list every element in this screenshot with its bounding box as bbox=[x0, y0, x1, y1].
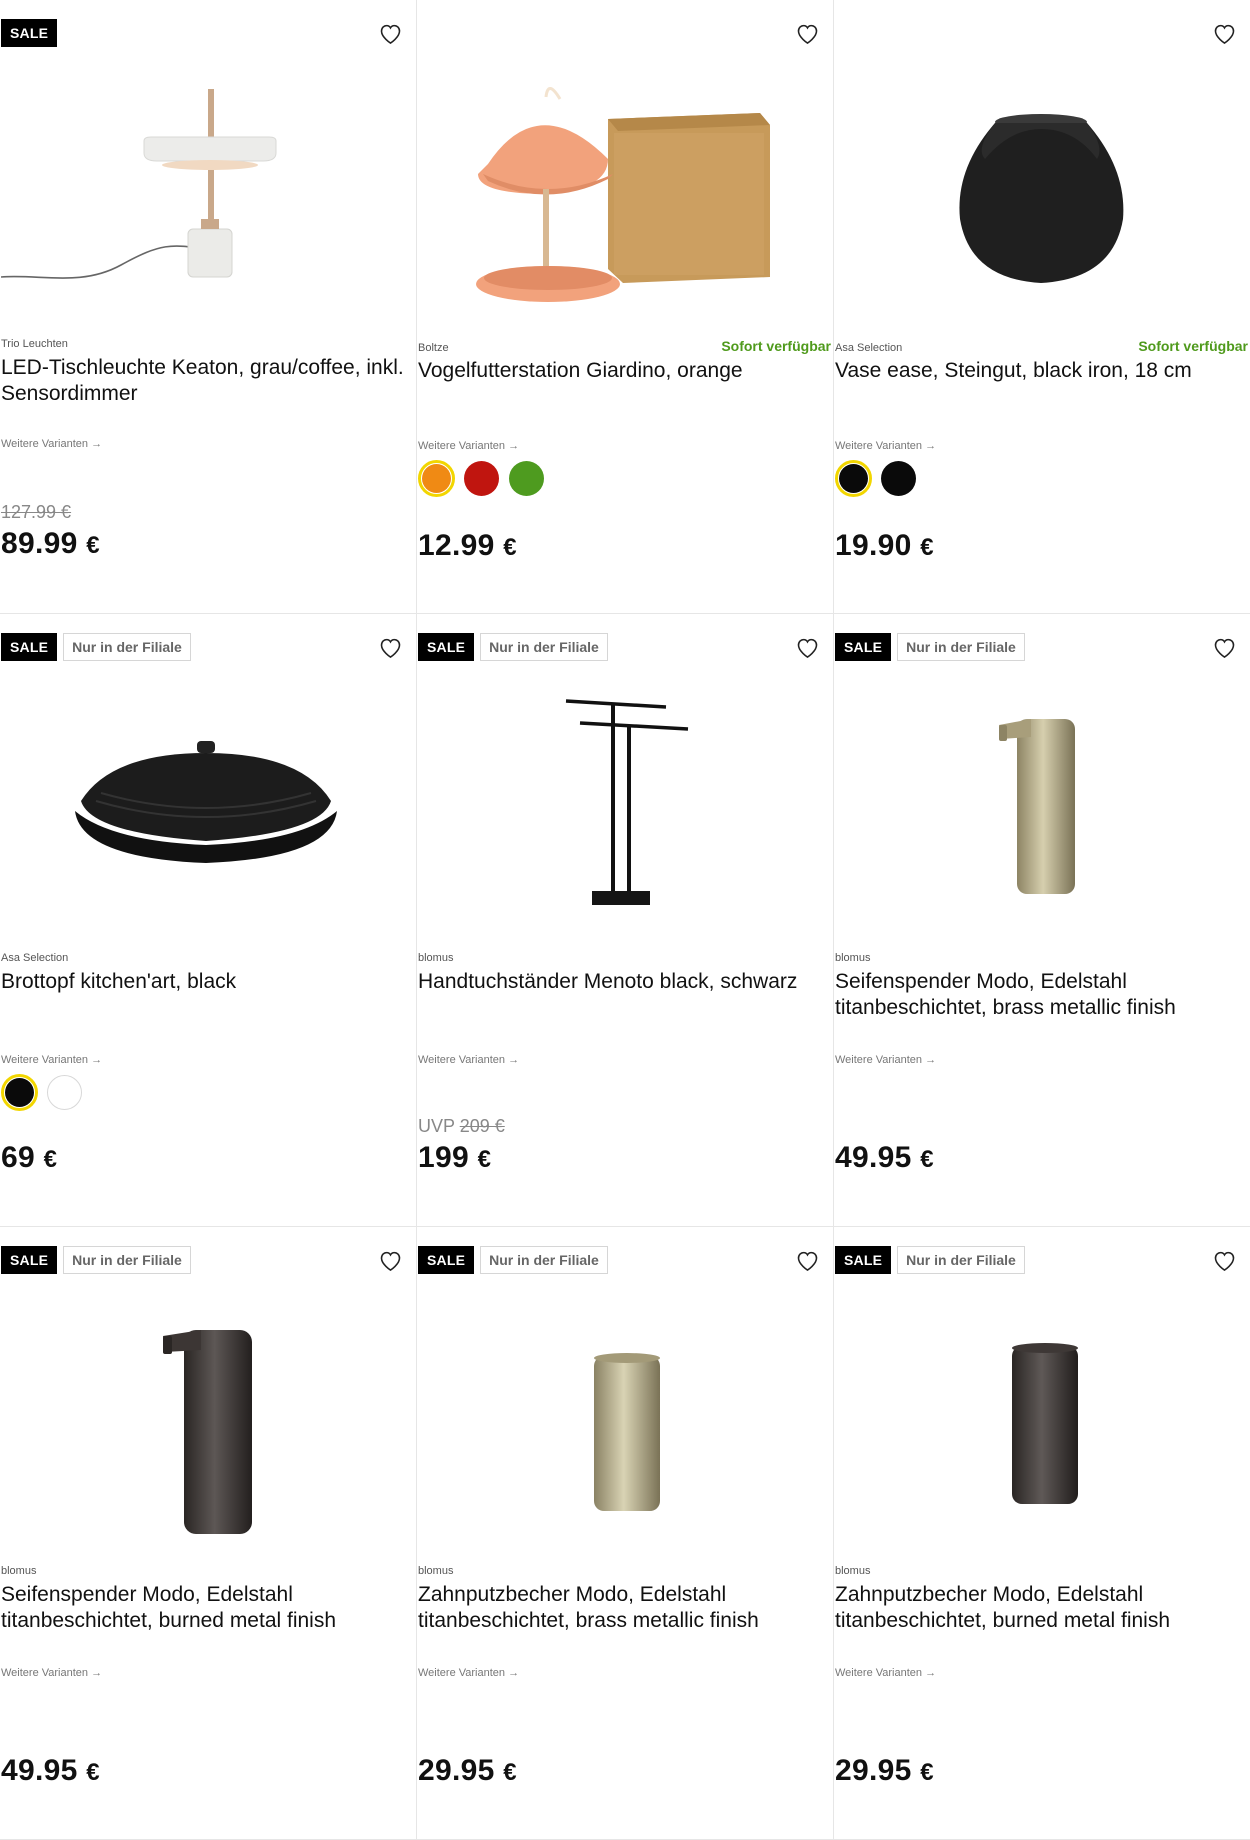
price: 69 € bbox=[1, 1141, 58, 1174]
product-card[interactable]: SALE Nur in der Filiale blomus Zahnputzb… bbox=[417, 1227, 834, 1840]
soap-dispenser-brass-icon[interactable] bbox=[834, 678, 1250, 948]
badges: SALE Nur in der Filiale bbox=[1, 1246, 191, 1274]
color-swatch[interactable] bbox=[835, 460, 872, 497]
price: 89.99 € bbox=[1, 527, 100, 560]
price: 12.99 € bbox=[418, 529, 517, 562]
product-title[interactable]: Vase ease, Steingut, black iron, 18 cm bbox=[835, 358, 1246, 384]
brand-label: blomus bbox=[1, 1565, 37, 1577]
bird-feeder-icon[interactable] bbox=[417, 64, 833, 334]
color-swatch[interactable] bbox=[508, 460, 545, 497]
bread-pot-icon[interactable] bbox=[0, 678, 416, 948]
product-card[interactable]: SALE Nur in der Filiale blomus Handtuchs… bbox=[417, 614, 834, 1227]
badges: SALE Nur in der Filiale bbox=[835, 1246, 1025, 1274]
table-lamp-icon[interactable] bbox=[0, 64, 416, 334]
heart-icon[interactable] bbox=[1211, 1247, 1238, 1274]
brand-label: Asa Selection bbox=[835, 342, 903, 354]
sale-badge: SALE bbox=[835, 1246, 892, 1274]
color-swatches bbox=[1, 1074, 83, 1111]
sale-badge: SALE bbox=[835, 633, 892, 661]
weitere-varianten-link[interactable]: Weitere Varianten → bbox=[418, 1054, 519, 1066]
brand-label: blomus bbox=[418, 952, 454, 964]
heart-icon[interactable] bbox=[794, 1247, 821, 1274]
heart-icon[interactable] bbox=[794, 634, 821, 661]
heart-icon[interactable] bbox=[1211, 20, 1238, 47]
color-swatch[interactable] bbox=[1, 1074, 38, 1111]
heart-icon[interactable] bbox=[377, 20, 404, 47]
heart-icon[interactable] bbox=[377, 634, 404, 661]
color-swatches bbox=[418, 460, 545, 497]
brand-label: blomus bbox=[418, 1565, 454, 1577]
price: 29.95 € bbox=[835, 1754, 934, 1787]
sale-badge: SALE bbox=[418, 633, 475, 661]
weitere-varianten-link[interactable]: Weitere Varianten → bbox=[418, 1667, 519, 1679]
vase-icon[interactable] bbox=[834, 64, 1250, 334]
badges: SALE Nur in der Filiale bbox=[835, 633, 1025, 661]
sale-badge: SALE bbox=[418, 1246, 475, 1274]
brand-label: Boltze bbox=[418, 342, 449, 354]
product-title[interactable]: Seifenspender Modo, Edelstahl titanbesch… bbox=[1, 1582, 412, 1634]
color-swatch[interactable] bbox=[46, 1074, 83, 1111]
brand-label: Trio Leuchten bbox=[1, 338, 68, 350]
heart-icon[interactable] bbox=[794, 20, 821, 47]
color-swatch[interactable] bbox=[463, 460, 500, 497]
product-title[interactable]: Zahnputzbecher Modo, Edelstahl titanbesc… bbox=[835, 1582, 1246, 1634]
availability-label: Sofort verfügbar bbox=[1138, 338, 1248, 354]
weitere-varianten-link[interactable]: Weitere Varianten → bbox=[1, 1054, 102, 1066]
color-swatch[interactable] bbox=[418, 460, 455, 497]
tumbler-dark-icon[interactable] bbox=[834, 1291, 1250, 1561]
brand-label: blomus bbox=[835, 952, 871, 964]
towel-stand-icon[interactable] bbox=[417, 678, 833, 948]
weitere-varianten-link[interactable]: Weitere Varianten → bbox=[1, 1667, 102, 1679]
product-card[interactable]: SALE Nur in der Filiale blomus Seifenspe… bbox=[0, 1227, 417, 1840]
store-only-badge: Nur in der Filiale bbox=[63, 1246, 191, 1274]
weitere-varianten-link[interactable]: Weitere Varianten → bbox=[418, 440, 519, 452]
product-grid: SALE Trio Leuchten LED-Tischleuchte Keat… bbox=[0, 0, 1250, 1840]
product-title[interactable]: Vogelfutterstation Giardino, orange bbox=[418, 358, 829, 384]
store-only-badge: Nur in der Filiale bbox=[480, 1246, 608, 1274]
weitere-varianten-link[interactable]: Weitere Varianten → bbox=[835, 1667, 936, 1679]
sale-badge: SALE bbox=[1, 633, 58, 661]
heart-icon[interactable] bbox=[1211, 634, 1238, 661]
product-title[interactable]: Zahnputzbecher Modo, Edelstahl titanbesc… bbox=[418, 1582, 829, 1634]
price: 19.90 € bbox=[835, 529, 934, 562]
color-swatches bbox=[835, 460, 917, 497]
brand-label: blomus bbox=[835, 1565, 871, 1577]
weitere-varianten-link[interactable]: Weitere Varianten → bbox=[835, 440, 936, 452]
store-only-badge: Nur in der Filiale bbox=[480, 633, 608, 661]
price: 49.95 € bbox=[1, 1754, 100, 1787]
sale-badge: SALE bbox=[1, 19, 58, 47]
price: 199 € bbox=[418, 1141, 492, 1174]
weitere-varianten-link[interactable]: Weitere Varianten → bbox=[835, 1054, 936, 1066]
store-only-badge: Nur in der Filiale bbox=[897, 633, 1025, 661]
weitere-varianten-link[interactable]: Weitere Varianten → bbox=[1, 438, 102, 450]
badges: SALE bbox=[1, 19, 58, 47]
price: 29.95 € bbox=[418, 1754, 517, 1787]
product-title[interactable]: Handtuchständer Menoto black, schwarz bbox=[418, 969, 829, 995]
product-title[interactable]: LED-Tischleuchte Keaton, grau/coffee, in… bbox=[1, 355, 412, 407]
badges: SALE Nur in der Filiale bbox=[418, 1246, 608, 1274]
badges: SALE Nur in der Filiale bbox=[1, 633, 191, 661]
sale-badge: SALE bbox=[1, 1246, 58, 1274]
store-only-badge: Nur in der Filiale bbox=[63, 633, 191, 661]
tumbler-brass-icon[interactable] bbox=[417, 1291, 833, 1561]
product-card[interactable]: Asa Selection Sofort verfügbar Vase ease… bbox=[834, 0, 1250, 614]
brand-label: Asa Selection bbox=[1, 952, 69, 964]
uvp-price: UVP 209 € bbox=[418, 1116, 505, 1136]
product-card[interactable]: SALE Nur in der Filiale Asa Selection Br… bbox=[0, 614, 417, 1227]
price: 49.95 € bbox=[835, 1141, 934, 1174]
product-title[interactable]: Brottopf kitchen'art, black bbox=[1, 969, 412, 995]
product-title[interactable]: Seifenspender Modo, Edelstahl titanbesch… bbox=[835, 969, 1246, 1021]
color-swatch[interactable] bbox=[880, 460, 917, 497]
soap-dispenser-dark-icon[interactable] bbox=[0, 1291, 416, 1561]
product-card[interactable]: Boltze Sofort verfügbar Vogelfutterstati… bbox=[417, 0, 834, 614]
product-card[interactable]: SALE Nur in der Filiale blomus Zahnputzb… bbox=[834, 1227, 1250, 1840]
heart-icon[interactable] bbox=[377, 1247, 404, 1274]
store-only-badge: Nur in der Filiale bbox=[897, 1246, 1025, 1274]
availability-label: Sofort verfügbar bbox=[721, 338, 831, 354]
product-card[interactable]: SALE Trio Leuchten LED-Tischleuchte Keat… bbox=[0, 0, 417, 614]
badges: SALE Nur in der Filiale bbox=[418, 633, 608, 661]
product-card[interactable]: SALE Nur in der Filiale blomus Seifenspe… bbox=[834, 614, 1250, 1227]
old-price: 127.99 € bbox=[1, 502, 72, 522]
